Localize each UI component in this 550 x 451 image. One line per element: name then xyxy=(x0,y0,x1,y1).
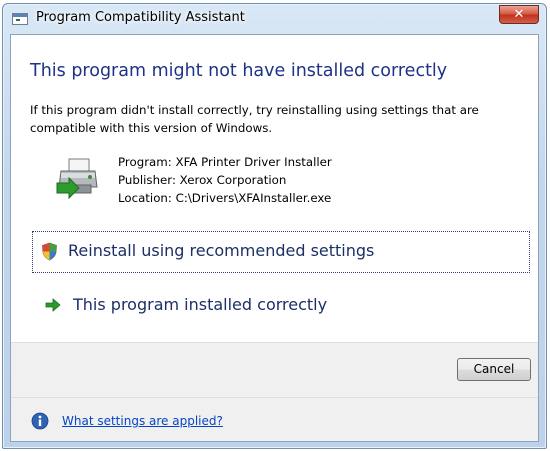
green-arrow-icon xyxy=(45,298,61,312)
settings-applied-link[interactable]: What settings are applied? xyxy=(62,414,223,428)
reinstall-option[interactable]: Reinstall using recommended settings xyxy=(32,231,530,273)
button-bar: Cancel xyxy=(11,342,538,397)
reinstall-option-label: Reinstall using recommended settings xyxy=(68,241,375,260)
app-window-icon xyxy=(12,13,28,25)
close-button[interactable]: ✕ xyxy=(499,5,539,24)
title-bar[interactable]: Program Compatibility Assistant ✕ xyxy=(3,4,546,34)
shield-icon xyxy=(42,242,57,261)
program-details: Program: XFA Printer Driver Installer Pu… xyxy=(118,153,332,207)
installed-correctly-option[interactable]: This program installed correctly xyxy=(32,285,530,327)
window-title: Program Compatibility Assistant xyxy=(36,10,245,25)
info-icon xyxy=(31,412,49,430)
description-text: If this program didn't install correctly… xyxy=(30,103,479,135)
cancel-button[interactable]: Cancel xyxy=(457,358,531,381)
dialog-content: This program might not have installed co… xyxy=(10,34,539,442)
program-publisher: Publisher: Xerox Corporation xyxy=(118,173,287,187)
footer-bar: What settings are applied? xyxy=(11,397,538,441)
dialog-window: Program Compatibility Assistant ✕ This p… xyxy=(2,3,547,449)
main-heading: This program might not have installed co… xyxy=(30,61,448,81)
program-name: Program: XFA Printer Driver Installer xyxy=(118,155,332,169)
installed-correctly-label: This program installed correctly xyxy=(73,295,328,314)
printer-icon xyxy=(56,158,98,200)
program-location: Location: C:\Drivers\XFAInstaller.exe xyxy=(118,191,332,205)
